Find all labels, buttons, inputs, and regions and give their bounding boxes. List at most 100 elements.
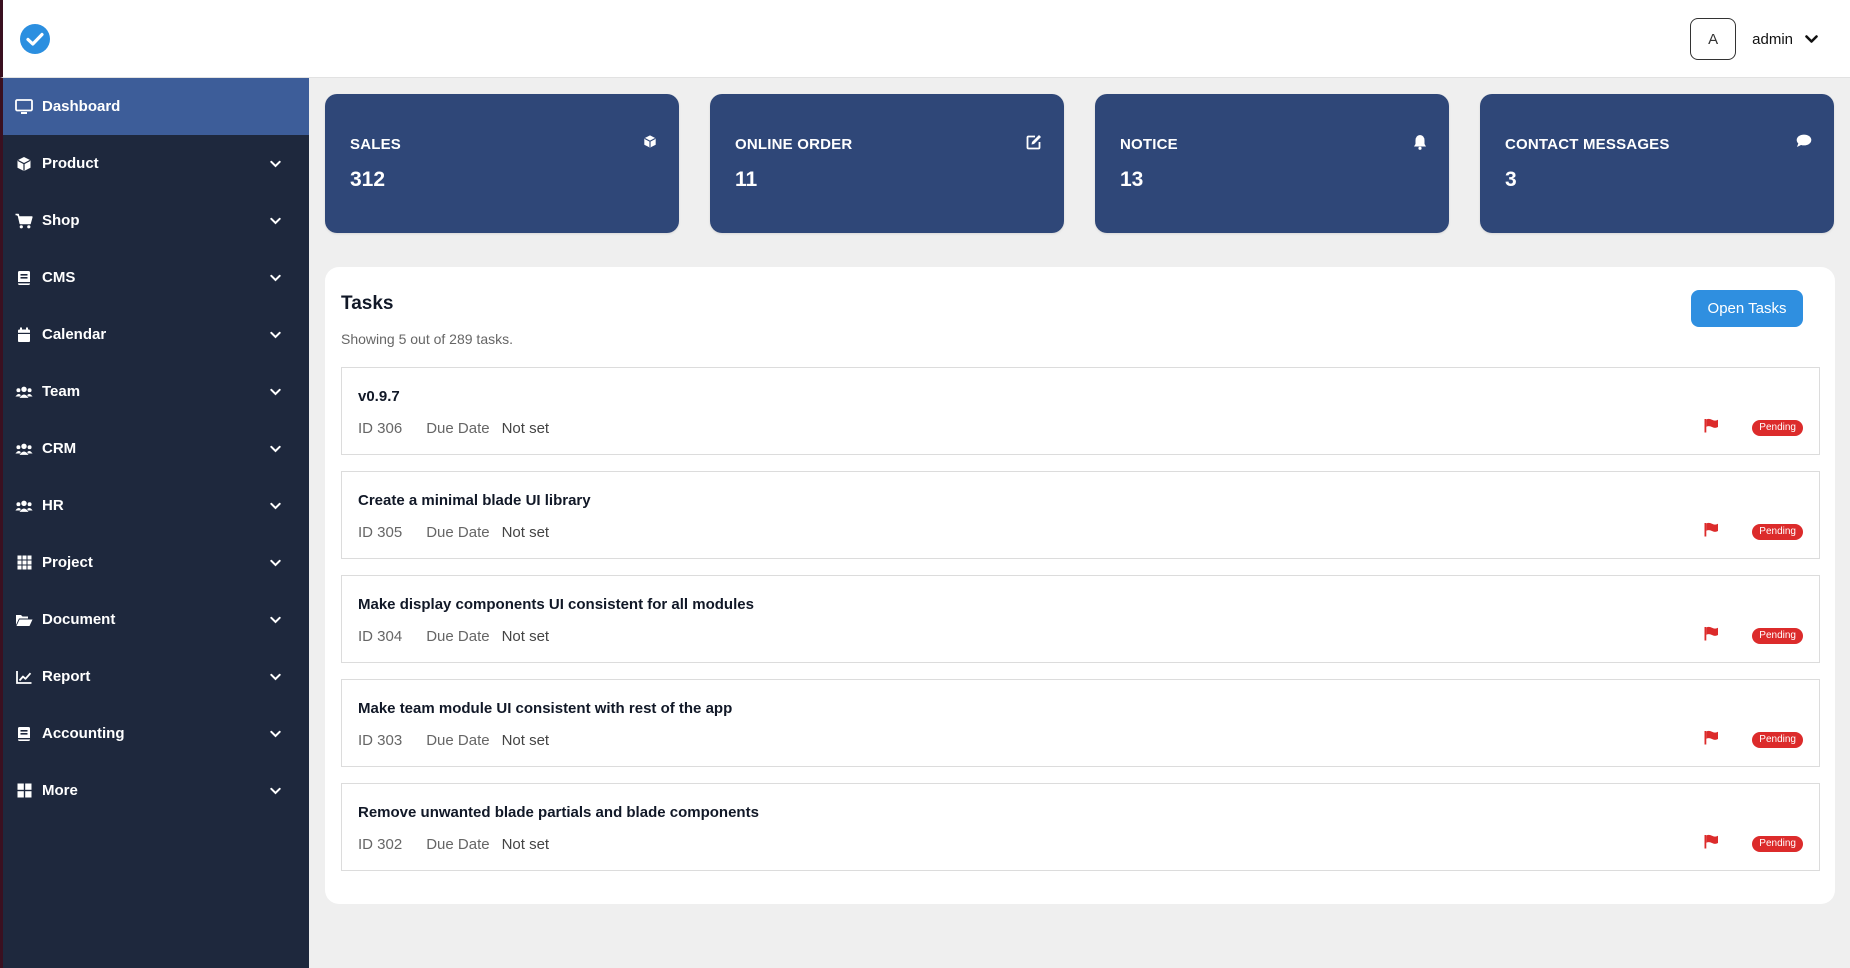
card-label: CONTACT MESSAGES	[1505, 136, 1670, 153]
sidebar-item-dashboard[interactable]: Dashboard	[3, 78, 309, 135]
check-logo-icon[interactable]	[20, 24, 50, 54]
sidebar-item-label: Shop	[42, 212, 80, 229]
folder-open-icon	[15, 611, 33, 629]
task-title[interactable]: Remove unwanted blade partials and blade…	[358, 804, 759, 821]
flag-icon	[1704, 626, 1719, 641]
sidebar-item-label: Dashboard	[42, 98, 121, 115]
stat-card-contact-messages[interactable]: CONTACT MESSAGES 3	[1480, 94, 1834, 233]
task-meta: ID 305 Due Date Not set	[358, 524, 549, 541]
sidebar-item-project[interactable]: Project	[3, 534, 309, 591]
stat-card-sales[interactable]: SALES 312	[325, 94, 679, 233]
edit-icon	[1026, 134, 1042, 150]
chevron-down-icon[interactable]	[270, 787, 281, 794]
due-label: Due Date	[426, 628, 490, 645]
chevron-down-icon[interactable]	[270, 502, 281, 509]
sidebar-item-label: CRM	[42, 440, 77, 457]
sidebar-item-cms[interactable]: CMS	[3, 249, 309, 306]
sidebar-item-team[interactable]: Team	[3, 363, 309, 420]
task-due: Due Date Not set	[426, 628, 549, 645]
due-label: Due Date	[426, 524, 490, 541]
task-meta: ID 302 Due Date Not set	[358, 836, 549, 853]
flag-icon	[1704, 834, 1719, 849]
task-item[interactable]: v0.9.7 ID 306 Due Date Not set Pending	[341, 367, 1820, 455]
stat-card-online-order[interactable]: ONLINE ORDER 11	[710, 94, 1064, 233]
sidebar-item-accounting[interactable]: Accounting	[3, 705, 309, 762]
sidebar-item-label: Report	[42, 668, 91, 685]
chevron-down-icon[interactable]	[270, 559, 281, 566]
task-due: Due Date Not set	[426, 836, 549, 853]
card-label: ONLINE ORDER	[735, 136, 853, 153]
chevron-down-icon[interactable]	[270, 160, 281, 167]
username[interactable]: admin	[1752, 31, 1793, 48]
status-badge: Pending	[1752, 836, 1803, 852]
chevron-down-icon[interactable]	[270, 274, 281, 281]
chevron-down-icon[interactable]	[270, 331, 281, 338]
chevron-down-icon[interactable]	[270, 616, 281, 623]
task-item[interactable]: Make team module UI consistent with rest…	[341, 679, 1820, 767]
status-badge: Pending	[1752, 628, 1803, 644]
chevron-down-icon[interactable]	[270, 673, 281, 680]
sidebar-item-product[interactable]: Product	[3, 135, 309, 192]
sidebar-item-label: Project	[42, 554, 93, 571]
open-tasks-button[interactable]: Open Tasks	[1691, 290, 1803, 327]
due-label: Due Date	[426, 836, 490, 853]
task-id: ID 305	[358, 524, 403, 541]
due-label: Due Date	[426, 732, 490, 749]
task-title[interactable]: Make display components UI consistent fo…	[358, 596, 754, 613]
task-item[interactable]: Create a minimal blade UI library ID 305…	[341, 471, 1820, 559]
sidebar-item-more[interactable]: More	[3, 762, 309, 819]
sidebar-item-hr[interactable]: HR	[3, 477, 309, 534]
sidebar-item-crm[interactable]: CRM	[3, 420, 309, 477]
chevron-down-icon[interactable]	[270, 445, 281, 452]
task-due: Due Date Not set	[426, 420, 549, 437]
cube-icon	[15, 155, 33, 173]
sidebar-item-shop[interactable]: Shop	[3, 192, 309, 249]
tiles-icon	[15, 782, 33, 800]
status-badge: Pending	[1752, 524, 1803, 540]
task-id: ID 302	[358, 836, 403, 853]
sidebar: Dashboard Product Shop CMS Calendar Team	[0, 78, 309, 968]
sidebar-item-label: More	[42, 782, 78, 799]
task-item[interactable]: Make display components UI consistent fo…	[341, 575, 1820, 663]
sidebar-item-report[interactable]: Report	[3, 648, 309, 705]
card-value: 3	[1505, 168, 1517, 191]
grid-icon	[15, 554, 33, 572]
tasks-subtitle: Showing 5 out of 289 tasks.	[341, 331, 513, 347]
task-id: ID 304	[358, 628, 403, 645]
chevron-down-icon[interactable]	[270, 388, 281, 395]
tasks-panel: Tasks Showing 5 out of 289 tasks. Open T…	[325, 267, 1835, 904]
chevron-down-icon[interactable]	[270, 217, 281, 224]
sidebar-item-label: CMS	[42, 269, 76, 286]
flag-icon	[1704, 522, 1719, 537]
due-value: Not set	[501, 628, 550, 645]
cube-icon	[643, 134, 657, 149]
sidebar-item-label: HR	[42, 497, 64, 514]
top-bar: A admin	[0, 0, 1850, 78]
sidebar-item-label: Team	[42, 383, 81, 400]
stat-card-notice[interactable]: NOTICE 13	[1095, 94, 1449, 233]
chevron-down-icon[interactable]	[270, 730, 281, 737]
user-menu[interactable]: A admin	[1690, 0, 1850, 78]
cart-icon	[15, 212, 33, 230]
task-title[interactable]: Create a minimal blade UI library	[358, 492, 591, 509]
book-icon	[15, 725, 33, 743]
card-value: 312	[350, 168, 386, 191]
sidebar-item-calendar[interactable]: Calendar	[3, 306, 309, 363]
task-title[interactable]: Make team module UI consistent with rest…	[358, 700, 732, 717]
card-value: 11	[735, 168, 758, 191]
task-id: ID 303	[358, 732, 403, 749]
avatar[interactable]: A	[1690, 18, 1737, 60]
task-meta: ID 303 Due Date Not set	[358, 732, 549, 749]
main-content: SALES 312 ONLINE ORDER 11 NOTICE 13 CONT…	[309, 78, 1850, 968]
chevron-down-icon[interactable]	[1805, 34, 1818, 44]
card-label: NOTICE	[1120, 136, 1178, 153]
tasks-title: Tasks	[341, 293, 394, 314]
sidebar-item-document[interactable]: Document	[3, 591, 309, 648]
due-label: Due Date	[426, 420, 490, 437]
task-item[interactable]: Remove unwanted blade partials and blade…	[341, 783, 1820, 871]
task-title[interactable]: v0.9.7	[358, 388, 400, 405]
task-list: v0.9.7 ID 306 Due Date Not set Pending C…	[341, 367, 1820, 887]
task-id: ID 306	[358, 420, 403, 437]
due-value: Not set	[501, 524, 550, 541]
stat-cards: SALES 312 ONLINE ORDER 11 NOTICE 13 CONT…	[325, 94, 1834, 233]
